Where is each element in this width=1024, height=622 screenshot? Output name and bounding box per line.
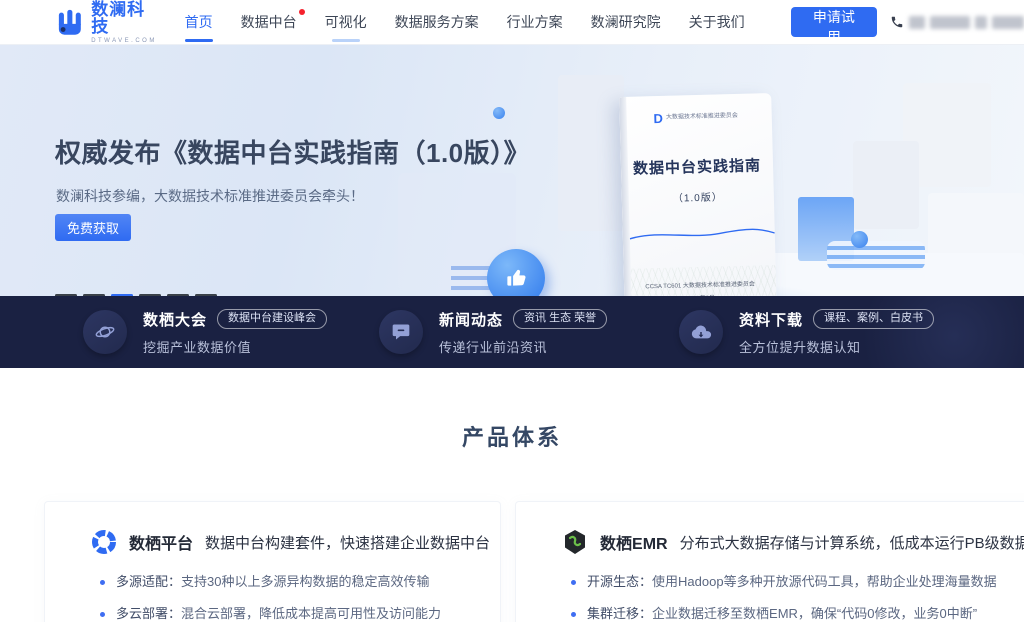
thumbs-up-badge	[487, 249, 545, 296]
bullet-text: 企业数据迁移至数栖EMR，确保“代码0修改，业务0中断”	[652, 606, 977, 621]
book-org-logo: D 大数据技术标准推进委员会	[620, 109, 772, 126]
book-mesh-pattern	[631, 265, 777, 296]
feature-desc: 传递行业前沿资讯	[439, 337, 607, 356]
top-navbar: 数澜科技 DTWAVE.COM 首页 数据中台 可视化 数据服务方案 行业方案 …	[0, 0, 1024, 45]
notification-dot	[299, 9, 305, 15]
blurred-phone-segment	[930, 16, 970, 29]
feature-shuqi-conference[interactable]: 数栖大会 数据中台建设峰会 挖掘产业数据价值	[83, 296, 327, 368]
hero-subtitle: 数澜科技参编，大数据技术标准推进委员会牵头！	[56, 186, 364, 206]
book-title: 数据中台实践指南	[621, 154, 773, 179]
nav-item-home[interactable]: 首页	[185, 0, 213, 45]
nav-item-label: 数据中台	[241, 14, 297, 30]
feature-badge: 资讯 生态 荣誉	[513, 309, 607, 328]
free-download-button[interactable]: 免费获取	[55, 214, 131, 241]
bullet-text: 支持30种以上多源异构数据的稳定高效传输	[181, 574, 429, 589]
brand-logo-text: 数澜科技 DTWAVE.COM	[91, 1, 158, 44]
carousel-dash[interactable]	[195, 294, 217, 296]
product-name: 数栖EMR	[600, 530, 668, 554]
bullet-label: 多云部署：	[116, 606, 181, 621]
bullet-item: 集群迁移：企业数据迁移至数栖EMR，确保“代码0修改，业务0中断”	[562, 605, 1024, 622]
feature-body: 新闻动态 资讯 生态 荣誉 传递行业前沿资讯	[439, 309, 607, 356]
hero-decor-sphere	[493, 107, 505, 119]
carousel-dash[interactable]	[83, 294, 105, 296]
bullet-item: 开源生态：使用Hadoop等多种开放源代码工具，帮助企业处理海量数据	[562, 573, 1024, 591]
book-org-text: 大数据技术标准推进委员会	[666, 113, 738, 122]
product-card-shuqi-platform[interactable]: 数栖平台 数据中台构建套件，快速搭建企业数据中台 多源适配：支持30种以上多源异…	[44, 501, 501, 622]
nav-item-data-middle-platform[interactable]: 数据中台	[241, 0, 297, 45]
product-desc: 数据中台构建套件，快速搭建企业数据中台	[205, 532, 490, 553]
bullet-text: 混合云部署，降低成本提高可用性及访问能力	[181, 606, 441, 621]
hero-decor-cube	[853, 141, 919, 229]
product-card-shuqi-emr[interactable]: 数栖EMR 分布式大数据存储与计算系统，低成本运行PB级数据分析 开源生态：使用…	[515, 501, 1024, 622]
nav-item-data-service[interactable]: 数据服务方案	[395, 0, 479, 45]
feature-badge: 数据中台建设峰会	[217, 309, 327, 328]
bullet-item: 多云部署：混合云部署，降低成本提高可用性及访问能力	[91, 605, 490, 622]
nav-item-about[interactable]: 关于我们	[689, 0, 745, 45]
carousel-dash[interactable]	[139, 294, 161, 296]
bullet-label: 多源适配：	[116, 574, 181, 589]
nav-item-industry[interactable]: 行业方案	[507, 0, 563, 45]
bullet-list: 开源生态：使用Hadoop等多种开放源代码工具，帮助企业处理海量数据 集群迁移：…	[562, 573, 1024, 622]
bullet-list: 多源适配：支持30种以上多源异构数据的稳定高效传输 多云部署：混合云部署，降低成…	[91, 573, 490, 622]
hero-decor-cube	[558, 75, 624, 231]
apply-trial-button[interactable]: 申请试用	[791, 7, 877, 37]
feature-body: 数栖大会 数据中台建设峰会 挖掘产业数据价值	[143, 309, 327, 356]
feature-row: 数栖大会 数据中台建设峰会	[143, 309, 327, 330]
hero-decor-disc-stack	[827, 241, 925, 270]
feature-title: 新闻动态	[439, 309, 503, 330]
feature-row: 新闻动态 资讯 生态 荣誉	[439, 309, 607, 330]
main-nav: 首页 数据中台 可视化 数据服务方案 行业方案 数澜研究院 关于我们	[185, 0, 745, 45]
hero-banner: D 大数据技术标准推进委员会 数据中台实践指南 （1.0版） CCSA TC60…	[0, 45, 1024, 296]
page: 数澜科技 DTWAVE.COM 首页 数据中台 可视化 数据服务方案 行业方案 …	[0, 0, 1024, 622]
feature-body: 资料下载 课程、案例、白皮书 全方位提升数据认知	[739, 309, 934, 356]
brand-logo-icon	[57, 9, 84, 36]
blurred-phone-segment	[975, 16, 987, 29]
planet-icon	[83, 310, 127, 354]
carousel-dash[interactable]	[55, 294, 77, 296]
section-title: 产品体系	[0, 420, 1024, 452]
carousel-dash[interactable]	[167, 294, 189, 296]
nav-item-visualization[interactable]: 可视化	[325, 0, 367, 45]
product-desc: 分布式大数据存储与计算系统，低成本运行PB级数据分析	[680, 532, 1024, 553]
book-edition: （1.0版）	[622, 187, 774, 206]
book-wave-line	[630, 225, 775, 243]
blurred-phone-segment	[909, 16, 925, 29]
bullet-label: 集群迁移：	[587, 606, 652, 621]
product-cards: 数栖平台 数据中台构建套件，快速搭建企业数据中台 多源适配：支持30种以上多源异…	[0, 501, 1024, 622]
book-org-logo-letter: D	[653, 112, 663, 125]
card-header: 数栖平台 数据中台构建套件，快速搭建企业数据中台	[91, 529, 490, 555]
products-section: 产品体系 数栖平台 数据中台构建套件，快速搭建企业数据中台 多源适配：支持30种…	[0, 368, 1024, 622]
feature-news[interactable]: 新闻动态 资讯 生态 荣誉 传递行业前沿资讯	[379, 296, 607, 368]
message-icon	[379, 310, 423, 354]
feature-desc: 挖掘产业数据价值	[143, 337, 327, 356]
carousel-dash[interactable]	[111, 294, 133, 296]
phone-icon	[890, 15, 904, 29]
card-header: 数栖EMR 分布式大数据存储与计算系统，低成本运行PB级数据分析	[562, 529, 1024, 555]
feature-title: 数栖大会	[143, 309, 207, 330]
brand-domain: DTWAVE.COM	[91, 38, 158, 44]
feature-desc: 全方位提升数据认知	[739, 337, 934, 356]
contact-phone	[890, 15, 1024, 29]
carousel-indicators	[55, 294, 217, 296]
hero-title: 权威发布《数据中台实践指南（1.0版）》	[55, 133, 530, 170]
bullet-text: 使用Hadoop等多种开放源代码工具，帮助企业处理海量数据	[652, 574, 997, 589]
book-cover: D 大数据技术标准推进委员会 数据中台实践指南 （1.0版） CCSA TC60…	[619, 93, 777, 296]
feature-badge: 课程、案例、白皮书	[813, 309, 934, 328]
ring-icon	[91, 529, 117, 555]
cloud-download-icon	[679, 310, 723, 354]
nav-item-research[interactable]: 数澜研究院	[591, 0, 661, 45]
blurred-phone-segment	[992, 16, 1024, 29]
bullet-label: 开源生态：	[587, 574, 652, 589]
brand-name: 数澜科技	[91, 1, 158, 35]
hexagon-s-icon	[562, 529, 588, 555]
bullet-item: 多源适配：支持30种以上多源异构数据的稳定高效传输	[91, 573, 490, 591]
hero-decor-sphere	[851, 231, 868, 248]
product-name: 数栖平台	[129, 530, 193, 554]
feature-row: 资料下载 课程、案例、白皮书	[739, 309, 934, 330]
brand-logo[interactable]: 数澜科技 DTWAVE.COM	[57, 1, 159, 44]
feature-strip: 数栖大会 数据中台建设峰会 挖掘产业数据价值 新闻动态 资讯 生态 荣誉 传递行…	[0, 296, 1024, 368]
feature-title: 资料下载	[739, 309, 803, 330]
thumbs-up-icon	[502, 264, 530, 292]
feature-downloads[interactable]: 资料下载 课程、案例、白皮书 全方位提升数据认知	[679, 296, 934, 368]
